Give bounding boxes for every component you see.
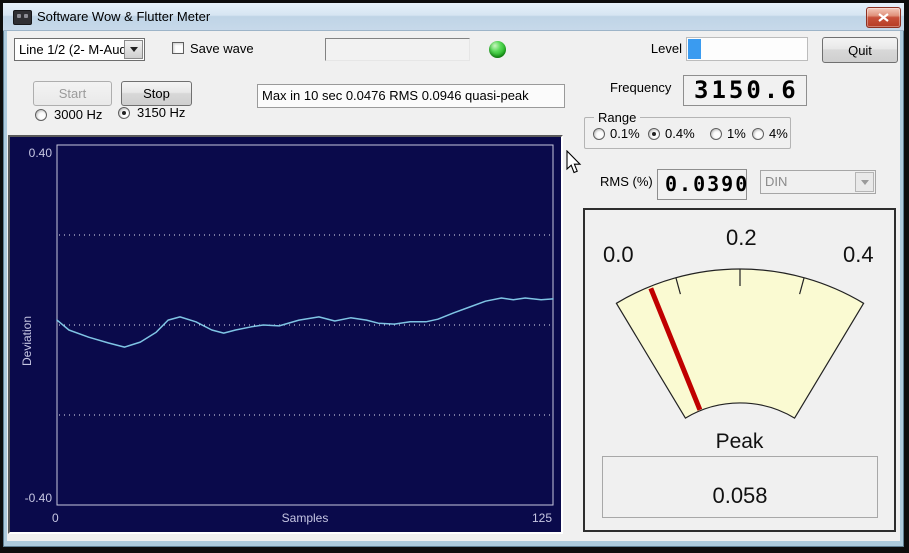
window-title: Software Wow & Flutter Meter xyxy=(37,9,211,24)
radio-range-4-label: 4% xyxy=(769,126,788,141)
y-axis-title: Deviation xyxy=(20,315,34,366)
device-select[interactable]: Line 1/2 (2- M-Audio De xyxy=(14,38,145,61)
deviation-chart xyxy=(56,144,554,506)
radio-3000hz-label: 3000 Hz xyxy=(54,107,103,122)
gauge-scale-mid: 0.2 xyxy=(726,225,757,250)
radio-range-0_1[interactable] xyxy=(593,128,605,140)
save-wave-checkbox[interactable] xyxy=(172,42,184,54)
gauge-scale-min: 0.0 xyxy=(603,242,634,267)
peak-value-box: 0.058 xyxy=(602,456,878,518)
x-axis-min-label: 0 xyxy=(52,511,59,525)
radio-3150hz[interactable] xyxy=(118,107,130,119)
frequency-display: 3150.6 xyxy=(683,75,807,106)
rms-label: RMS (%) xyxy=(600,174,653,189)
x-axis-title: Samples xyxy=(281,511,329,525)
peak-label: Peak xyxy=(715,430,764,453)
device-select-value: Line 1/2 (2- M-Audio De xyxy=(19,42,124,57)
signal-led-icon xyxy=(489,41,506,58)
peak-value: 0.058 xyxy=(712,483,768,508)
quit-button-label: Quit xyxy=(848,42,872,58)
save-wave-label: Save wave xyxy=(190,41,254,56)
radio-range-0_4[interactable] xyxy=(648,128,660,140)
titlebar[interactable]: Software Wow & Flutter Meter xyxy=(3,3,904,31)
start-button[interactable]: Start xyxy=(33,81,112,106)
radio-range-1-label: 1% xyxy=(727,126,746,141)
gauge-scale-max: 0.4 xyxy=(843,242,874,267)
mouse-cursor-icon xyxy=(566,150,582,174)
status-text: Max in 10 sec 0.0476 RMS 0.0946 quasi-pe… xyxy=(262,88,529,103)
frequency-value: 3150.6 xyxy=(694,76,799,104)
level-bar xyxy=(686,37,808,61)
level-label: Level xyxy=(650,41,682,56)
y-axis-min-label: -0.40 xyxy=(24,491,52,505)
radio-3150hz-label: 3150 Hz xyxy=(137,105,186,120)
device-select-open-button[interactable] xyxy=(124,40,143,59)
status-readout: Max in 10 sec 0.0476 RMS 0.0946 quasi-pe… xyxy=(257,84,565,108)
stop-button-label: Stop xyxy=(143,86,170,101)
peak-meter-panel: 0.0 0.2 0.4 Peak 0.058 xyxy=(583,208,896,532)
weighting-select[interactable]: DIN xyxy=(760,170,876,194)
application-window: Software Wow & Flutter Meter Line 1/2 (2… xyxy=(0,0,909,553)
weighting-select-value: DIN xyxy=(765,174,788,189)
start-button-label: Start xyxy=(58,86,87,101)
weighting-select-open-button xyxy=(855,172,874,192)
close-icon xyxy=(878,13,889,22)
radio-range-0_1-label: 0.1% xyxy=(610,126,640,141)
rms-value: 0.0390 xyxy=(665,172,750,196)
chevron-down-icon xyxy=(129,47,138,52)
wave-file-field[interactable] xyxy=(325,38,470,61)
frequency-label: Frequency xyxy=(610,80,672,95)
rms-display: 0.0390 xyxy=(657,169,747,200)
radio-range-4[interactable] xyxy=(752,128,764,140)
y-axis-max-label: 0.40 xyxy=(28,146,52,160)
quit-button[interactable]: Quit xyxy=(822,37,898,63)
close-button[interactable] xyxy=(866,7,901,28)
app-icon xyxy=(13,10,32,25)
chevron-down-icon xyxy=(860,179,869,185)
radio-3000hz[interactable] xyxy=(35,109,47,121)
range-group-label: Range xyxy=(594,110,641,125)
stop-button[interactable]: Stop xyxy=(121,81,192,106)
radio-range-0_4-label: 0.4% xyxy=(665,126,695,141)
x-axis-max-label: 125 xyxy=(531,511,552,525)
radio-range-1[interactable] xyxy=(710,128,722,140)
level-bar-fill xyxy=(688,39,702,59)
